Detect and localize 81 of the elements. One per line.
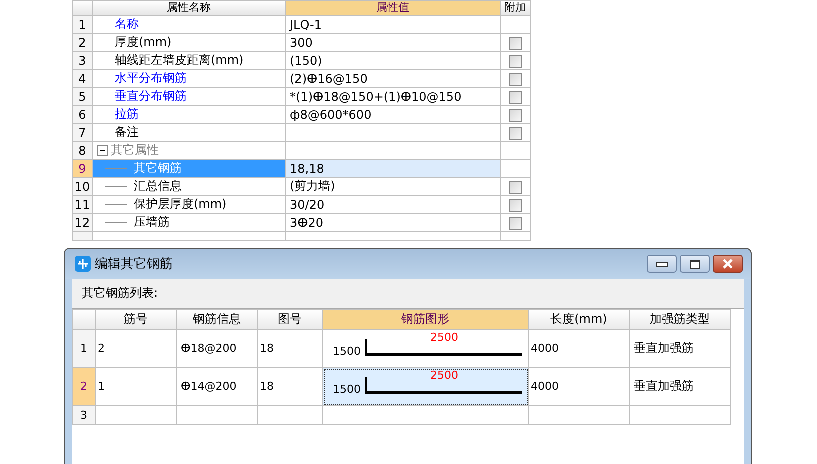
dimension-label: 1500 (333, 345, 361, 358)
column-header[interactable]: 加强筋类型 (630, 310, 730, 330)
checkbox[interactable] (509, 126, 522, 140)
property-value[interactable]: (150) (286, 52, 500, 70)
tree-line (105, 168, 127, 169)
row-number: 1 (72, 16, 92, 34)
property-name: 备注 (115, 124, 139, 140)
table-cell: 垂直加强筋 (634, 341, 694, 355)
table-cell: ⴲ14@200 (181, 380, 237, 393)
checkbox[interactable] (509, 198, 522, 212)
maximize-button[interactable] (680, 255, 710, 273)
table-cell: 18 (260, 380, 274, 393)
column-header[interactable]: 图号 (258, 310, 322, 330)
window-title: 编辑其它钢筋 (95, 256, 173, 273)
property-name: 水平分布钢筋 (115, 70, 187, 86)
table-cell: 18 (260, 342, 274, 355)
minimize-button[interactable] (647, 255, 677, 273)
dimension-label: 2500 (430, 331, 458, 344)
row-number: 7 (72, 124, 92, 142)
dimension-label: 2500 (430, 369, 458, 382)
row-number: 10 (72, 178, 92, 196)
tree-line (105, 222, 127, 223)
dimension-label: 1500 (333, 383, 361, 396)
row-number: 2 (72, 34, 92, 52)
table-cell: 垂直加强筋 (634, 379, 694, 393)
collapse-icon[interactable] (97, 145, 108, 156)
column-header[interactable]: 筋号 (96, 310, 176, 330)
property-name: 其它钢筋 (134, 160, 182, 176)
property-value[interactable]: ф8@600*600 (286, 106, 500, 124)
row-number: 3 (72, 52, 92, 70)
column-header[interactable]: 属性名称 (92, 0, 286, 16)
property-value[interactable]: 3ⴲ20 (286, 214, 500, 232)
column-header[interactable]: 属性值 (286, 0, 500, 16)
list-label: 其它钢筋列表: (81, 285, 160, 302)
checkbox[interactable] (509, 72, 522, 86)
row-number: 6 (72, 106, 92, 124)
table-cell: 1 (98, 380, 105, 393)
row-number: 3 (72, 406, 96, 424)
property-value[interactable]: (剪力墙) (286, 178, 500, 196)
property-value[interactable]: *(1)ⴲ18@150+(1)ⴲ10@150 (286, 88, 500, 106)
row-number: 12 (72, 214, 92, 232)
checkbox[interactable] (509, 36, 522, 50)
row-number: 4 (72, 70, 92, 88)
column-header[interactable]: 钢筋信息 (176, 310, 258, 330)
table-cell: ⴲ18@200 (181, 342, 237, 355)
property-name: 垂直分布钢筋 (115, 88, 187, 104)
column-header[interactable]: 长度(mm) (528, 310, 630, 330)
property-value[interactable]: 30/20 (286, 196, 500, 214)
checkbox[interactable] (509, 108, 522, 122)
property-name: 厚度(mm) (115, 34, 172, 50)
property-name: 拉筋 (115, 106, 139, 122)
property-name: 保护层厚度(mm) (134, 196, 227, 212)
table-cell: 4000 (531, 380, 559, 393)
column-header[interactable]: 附加 (500, 0, 530, 16)
checkbox[interactable] (509, 90, 522, 104)
app-icon (75, 256, 91, 272)
close-icon (722, 259, 734, 269)
property-value[interactable]: (2)ⴲ16@150 (286, 70, 500, 88)
property-name: 轴线距左墙皮距离(mm) (115, 52, 244, 68)
row-number: 5 (72, 88, 92, 106)
property-name: 名称 (115, 16, 139, 32)
row-number: 1 (72, 330, 96, 368)
property-name: 汇总信息 (134, 178, 182, 194)
checkbox[interactable] (509, 216, 522, 230)
property-value[interactable]: 300 (286, 34, 500, 52)
row-number: 9 (72, 160, 92, 178)
checkbox[interactable] (509, 54, 522, 68)
row-number: 11 (72, 196, 92, 214)
close-button[interactable] (713, 255, 743, 273)
table-cell: 2 (98, 342, 105, 355)
property-name: 其它属性 (111, 142, 159, 158)
checkbox[interactable] (509, 180, 522, 194)
column-header[interactable]: 钢筋图形 (322, 310, 528, 330)
property-value[interactable]: 18,18 (286, 160, 500, 178)
row-number: 8 (72, 142, 92, 160)
table-cell: 4000 (531, 342, 559, 355)
property-name: 压墙筋 (134, 214, 170, 230)
tree-line (105, 204, 127, 205)
row-number: 2 (72, 368, 96, 406)
tree-line (105, 186, 127, 187)
property-value[interactable]: JLQ-1 (286, 16, 500, 34)
